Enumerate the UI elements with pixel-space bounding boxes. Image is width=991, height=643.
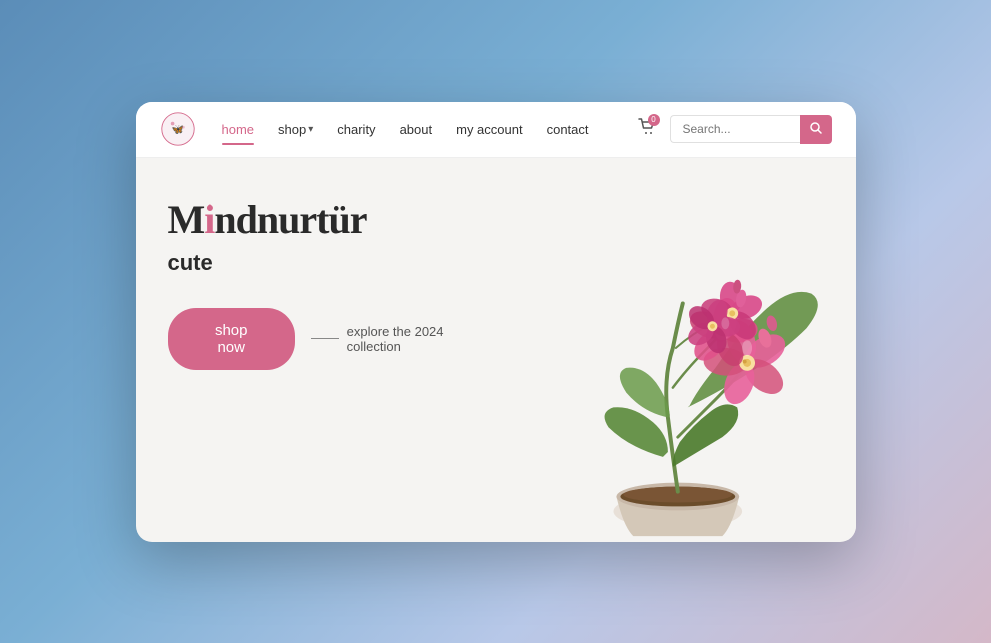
nav-charity[interactable]: charity [327, 116, 385, 143]
search-button[interactable] [800, 115, 832, 144]
logo[interactable]: 🦋 [160, 111, 196, 147]
cart-badge: 0 [648, 114, 660, 126]
nav-links: home shop ▾ charity about my account con… [212, 116, 624, 143]
brand-o-dot: i [204, 198, 214, 242]
hero-subtitle: cute [168, 250, 500, 276]
nav-about[interactable]: about [390, 116, 443, 143]
app-window: 🦋 home shop ▾ charity about my account c… [136, 102, 856, 542]
nav-shop[interactable]: shop ▾ [268, 116, 323, 143]
chevron-down-icon: ▾ [308, 124, 313, 135]
nav-my-account[interactable]: my account [446, 116, 532, 143]
brand-title: Mindnurtür [168, 198, 500, 242]
explore-collection-text: explore the 2024 collection [311, 324, 500, 354]
hero-section: Mindnurtür cute shop now explore the 202… [136, 158, 856, 542]
nav-contact[interactable]: contact [537, 116, 599, 143]
search-input[interactable] [670, 115, 800, 143]
search-area [670, 115, 832, 144]
cart-button[interactable]: 0 [628, 112, 666, 147]
shop-now-button[interactable]: shop now [168, 308, 295, 370]
hero-actions: shop now explore the 2024 collection [168, 308, 500, 370]
navbar: 🦋 home shop ▾ charity about my account c… [136, 102, 856, 158]
nav-home[interactable]: home [212, 116, 265, 143]
hero-content: Mindnurtür cute shop now explore the 202… [136, 158, 532, 542]
